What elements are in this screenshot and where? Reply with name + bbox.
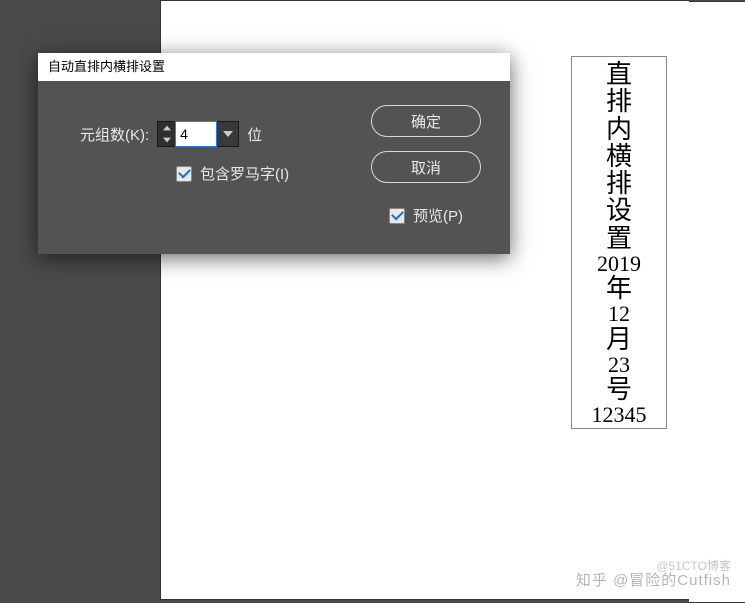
preview-checkbox-label: 预览(P) (413, 205, 463, 226)
roman-checkbox[interactable] (176, 166, 192, 182)
group-count-label: 元组数(K): (80, 124, 149, 145)
v-month: 12 (608, 302, 630, 325)
dialog-body: 元组数(K): 位 (38, 81, 510, 254)
cancel-button[interactable]: 取消 (371, 151, 481, 183)
chevron-down-icon (163, 137, 171, 143)
preview-checkbox[interactable] (389, 208, 405, 224)
group-count-dropdown[interactable] (217, 121, 239, 147)
roman-checkbox-label: 包含罗马字(I) (200, 163, 289, 184)
roman-checkbox-row: 包含罗马字(I) (80, 163, 356, 184)
dialog-right: 确定 取消 预览(P) (356, 99, 496, 226)
ok-button-label: 确定 (411, 111, 441, 132)
v-day: 23 (608, 353, 630, 376)
group-count-unit: 位 (247, 124, 262, 145)
group-count-spinner (157, 121, 239, 147)
dialog-title: 自动直排内横排设置 (38, 53, 510, 81)
spinner-arrows (157, 121, 175, 147)
v-char: 设 (606, 197, 632, 224)
cancel-button-label: 取消 (411, 157, 441, 178)
v-char: 排 (606, 170, 632, 197)
group-count-input[interactable] (175, 121, 217, 147)
v-char: 横 (606, 143, 632, 170)
v-char: 号 (606, 376, 632, 403)
v-number: 12345 (592, 403, 647, 426)
v-char: 排 (606, 88, 632, 115)
tatechuyoko-dialog: 自动直排内横排设置 元组数(K): (38, 53, 510, 254)
v-char: 月 (606, 326, 632, 353)
chevron-down-icon (223, 131, 233, 137)
v-char: 直 (606, 61, 632, 88)
v-char: 置 (606, 225, 632, 252)
chevron-up-icon (163, 125, 171, 131)
group-count-row: 元组数(K): 位 (80, 121, 356, 147)
preview-row: 预览(P) (389, 205, 463, 226)
vertical-text-frame: 直 排 内 横 排 设 置 2019 年 12 月 23 号 12345 (571, 56, 667, 429)
v-year: 2019 (597, 252, 641, 275)
dialog-left: 元组数(K): 位 (52, 99, 356, 226)
v-char: 年 (606, 275, 632, 302)
v-char: 内 (606, 116, 632, 143)
spinner-down-button[interactable] (158, 134, 175, 146)
ok-button[interactable]: 确定 (371, 105, 481, 137)
spinner-up-button[interactable] (158, 122, 175, 134)
